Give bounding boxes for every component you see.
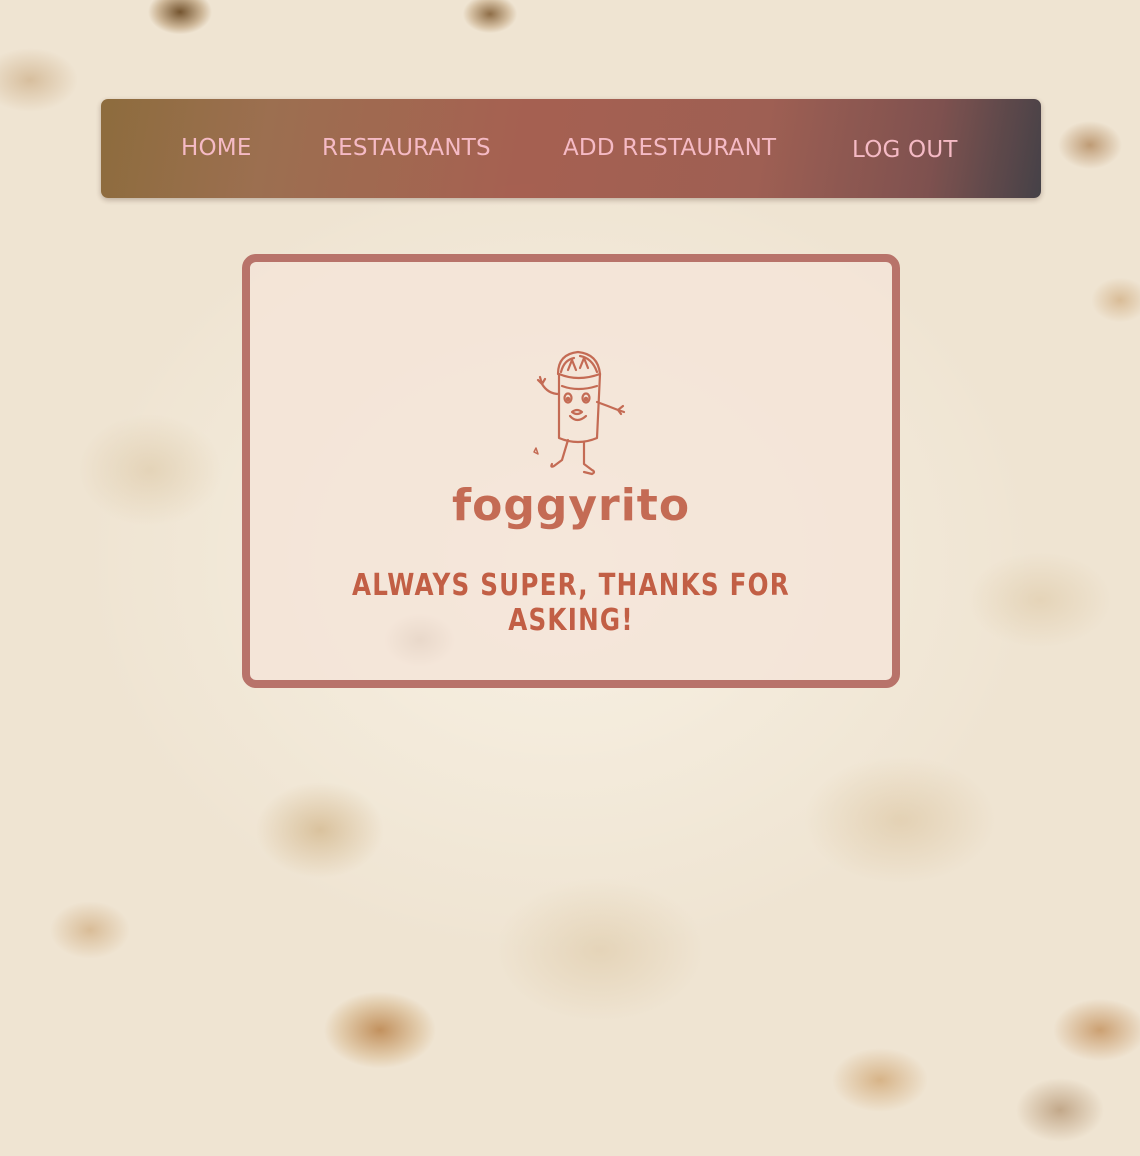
nav-logout-link[interactable]: LOG OUT [852,137,958,163]
brand-name: foggyrito [451,480,691,531]
hero-card: foggyrito Always super, thanks for askin… [242,254,900,688]
nav-restaurants-link[interactable]: RESTAURANTS [322,135,491,161]
nav-home-link[interactable]: HOME [181,135,252,161]
burrito-mascot-icon [533,350,626,476]
nav-add-restaurant-link[interactable]: ADD RESTAURANT [563,135,776,161]
top-navbar: HOME RESTAURANTS ADD RESTAURANT LOG OUT [101,99,1041,198]
page-background: { "nav": { "home_label": "HOME", "restau… [0,0,1140,1156]
tagline: Always super, thanks for asking! [352,568,790,638]
